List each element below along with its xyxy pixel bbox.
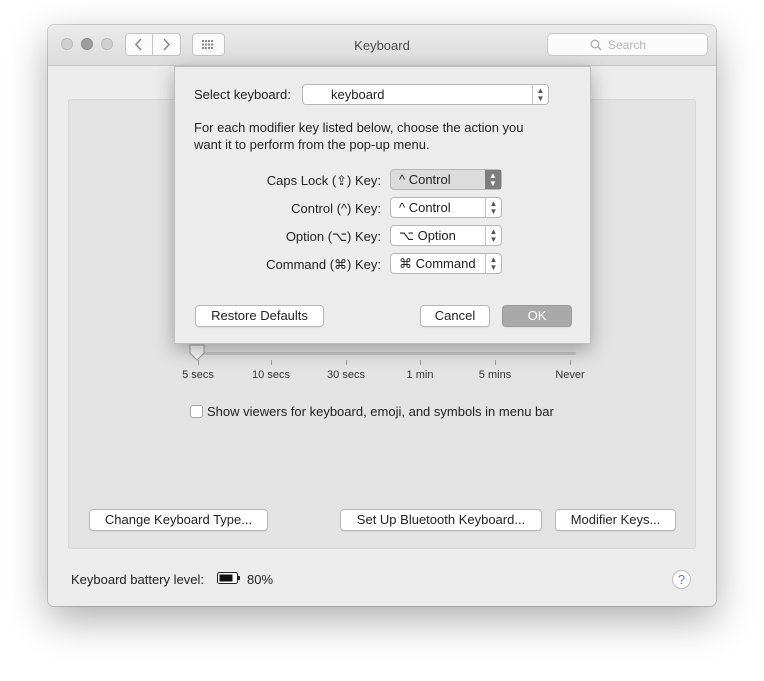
command-key-label: Command (⌘) Key:	[266, 257, 381, 272]
updown-arrow-icon: ▲ ▼	[485, 198, 501, 217]
modifier-keys-button[interactable]: Modifier Keys...	[555, 509, 676, 531]
help-icon: ?	[677, 572, 686, 587]
tick-label: Never	[555, 369, 585, 381]
key-repeat-slider[interactable]	[196, 352, 576, 355]
updown-arrow-icon: ▲ ▼	[532, 85, 548, 104]
change-keyboard-type-button[interactable]: Change Keyboard Type...	[89, 509, 268, 531]
command-key-value: ⌘ Command	[399, 256, 476, 271]
battery-icon	[217, 572, 240, 584]
slider-tick	[346, 360, 347, 365]
caps-lock-key-label: Caps Lock (⇪) Key:	[266, 173, 381, 188]
caps-lock-key-popup[interactable]: ^ Control ▲ ▼	[390, 169, 502, 190]
description-line-2: want it to perform from the pop-up menu.	[194, 137, 430, 152]
tick-label: 10 secs	[252, 369, 290, 381]
battery-level-value: 80%	[247, 572, 274, 587]
slider-thumb[interactable]	[189, 344, 205, 362]
slider-tick	[495, 360, 496, 365]
select-keyboard-label: Select keyboard:	[194, 87, 291, 102]
search-field[interactable]: Search	[547, 33, 708, 56]
slider-tick	[420, 360, 421, 365]
option-key-value: ⌥ Option	[399, 228, 456, 243]
caps-lock-key-value: ^ Control	[399, 172, 451, 187]
show-viewers-label[interactable]: Show viewers for keyboard, emoji, and sy…	[207, 404, 554, 419]
slider-tick	[271, 360, 272, 365]
command-key-popup[interactable]: ⌘ Command ▲ ▼	[390, 253, 502, 274]
tick-label: 5 mins	[478, 369, 512, 381]
title-bar: Keyboard Search	[48, 25, 716, 66]
modifier-keys-sheet: Select keyboard: keyboard ▲ ▼ For each mo…	[174, 66, 591, 344]
option-key-popup[interactable]: ⌥ Option ▲ ▼	[390, 225, 502, 246]
option-key-label: Option (⌥) Key:	[285, 229, 381, 244]
description-line-1: For each modifier key listed below, choo…	[194, 120, 524, 135]
cancel-button[interactable]: Cancel	[420, 305, 490, 327]
control-key-popup[interactable]: ^ Control ▲ ▼	[390, 197, 502, 218]
battery-level-label: Keyboard battery level:	[71, 572, 204, 587]
tick-label: 1 min	[406, 369, 434, 381]
slider-tick	[198, 360, 199, 365]
updown-arrow-icon: ▲ ▼	[485, 170, 501, 189]
search-icon	[590, 39, 602, 51]
tick-label: 5 secs	[182, 369, 214, 381]
control-key-value: ^ Control	[399, 200, 451, 215]
ok-button[interactable]: OK	[502, 305, 572, 327]
updown-arrow-icon: ▲ ▼	[485, 226, 501, 245]
restore-defaults-button[interactable]: Restore Defaults	[195, 305, 324, 327]
show-viewers-checkbox[interactable]	[190, 405, 203, 418]
search-placeholder: Search	[608, 38, 647, 52]
tick-label: 30 secs	[327, 369, 365, 381]
select-keyboard-value: keyboard	[331, 87, 385, 102]
select-keyboard-popup[interactable]: keyboard ▲ ▼	[302, 84, 549, 105]
help-button[interactable]: ?	[672, 570, 691, 589]
updown-arrow-icon: ▲ ▼	[485, 254, 501, 273]
setup-bluetooth-keyboard-button[interactable]: Set Up Bluetooth Keyboard...	[340, 509, 542, 531]
control-key-label: Control (^) Key:	[291, 201, 381, 216]
slider-tick	[570, 360, 571, 365]
